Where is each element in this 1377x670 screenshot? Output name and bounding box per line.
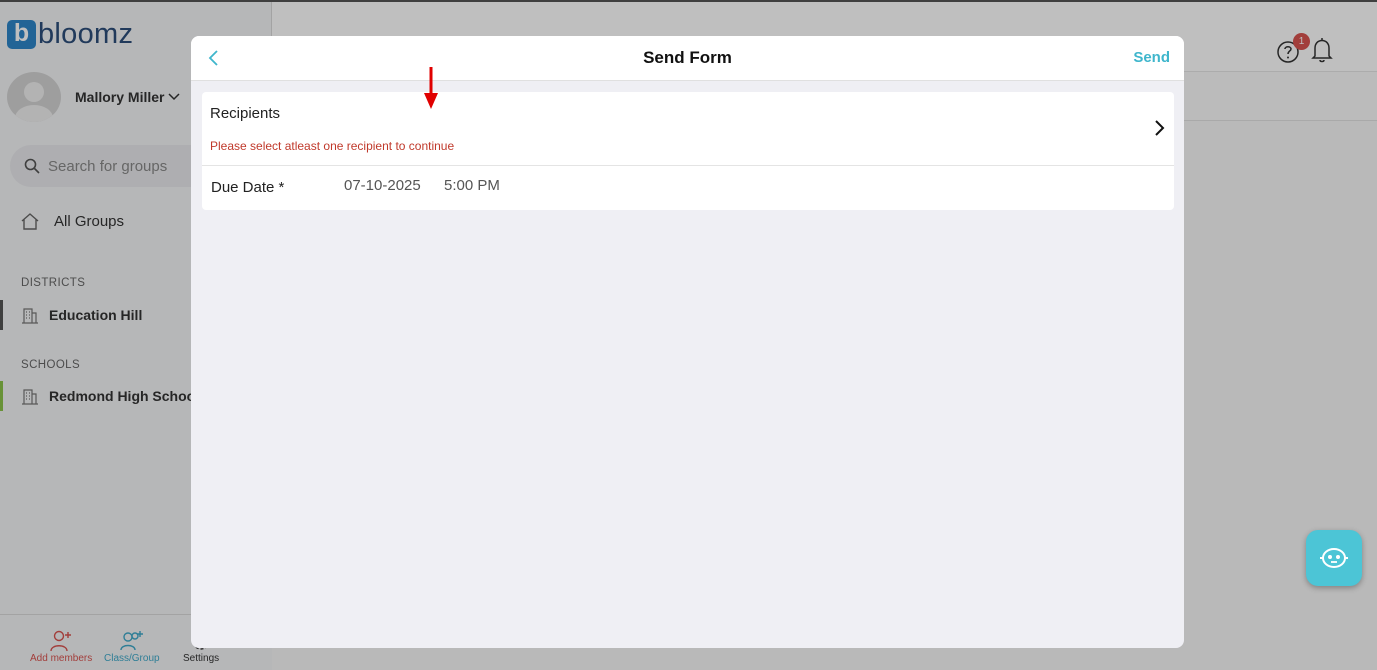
due-date-label: Due Date * [211,179,285,196]
form-card: Recipients Please select atleast one rec… [202,92,1174,210]
recipients-error-message: Please select atleast one recipient to c… [210,139,455,153]
dialog-header: Send Form Send [191,36,1184,81]
chevron-right-icon [1155,120,1165,136]
recipients-row[interactable]: Recipients Please select atleast one rec… [202,92,1174,166]
chatbot-button[interactable] [1306,530,1362,586]
due-time-value[interactable]: 5:00 PM [444,177,500,194]
dialog-title: Send Form [643,48,732,67]
back-arrow-icon[interactable] [203,47,227,71]
send-form-dialog: Send Form Send Recipients Please select … [191,36,1184,648]
annotation-arrow-icon [424,67,438,109]
send-button[interactable]: Send [1133,49,1170,66]
due-date-value[interactable]: 07-10-2025 [344,177,421,194]
due-date-row: Due Date * 07-10-2025 5:00 PM [202,166,1174,210]
recipients-label: Recipients [210,105,281,122]
robot-icon [1320,548,1348,568]
